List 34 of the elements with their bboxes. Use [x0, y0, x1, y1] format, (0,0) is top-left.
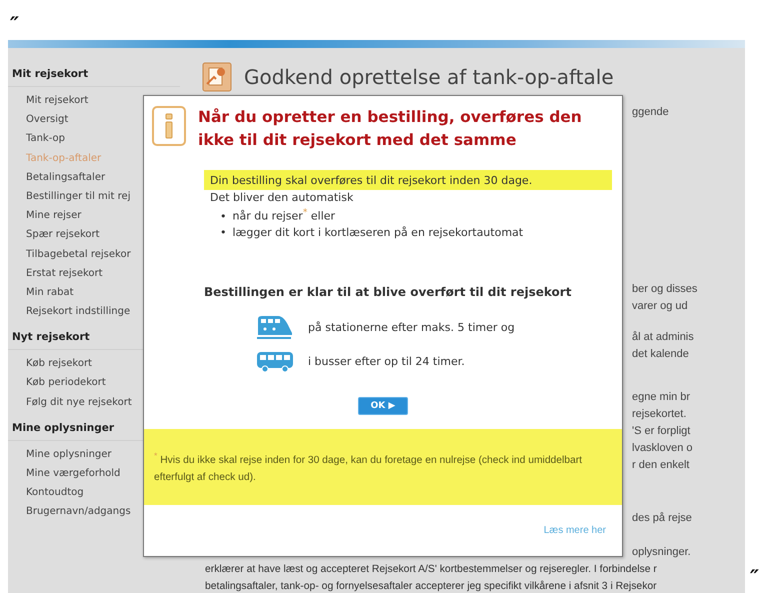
bullet-marker: • [220, 208, 226, 225]
dialog-title: Når du opretter en bestilling, overføres den ikke til dit rejsekort med det samme [198, 107, 583, 151]
body-text: betalingsaftaler, tank-op- og fornyelsesaftaler accepterer jeg specifikt vilkårene i afsnit 3 i Rejsekor [205, 580, 658, 593]
quote-mark: ″ [10, 12, 19, 36]
body-text: på stationerne efter maks. 5 timer og [308, 321, 515, 334]
body-text: erklærer at have læst og accepteret Rejsekort A/S' kortbestemmelser og rejseregler. I forbindelse r [205, 563, 658, 577]
info-icon [152, 106, 186, 146]
bullet-text: når du rejser$^{*}$ eller [232, 206, 336, 225]
page-title: Godkend oprettelse af tank-op-aftale [244, 65, 614, 89]
bullet-marker: • [220, 224, 226, 241]
train-icon [256, 314, 294, 341]
body-text: ål at adminis [632, 330, 695, 345]
document-icon [202, 62, 232, 92]
body-text: Det bliver den automatisk [209, 190, 354, 205]
body-text: lvaskloven o [632, 441, 694, 456]
body-text: i busser efter op til 24 timer. [308, 355, 465, 368]
dialog-subtitle: Bestillingen er klar til at blive overført til dit rejsekort [204, 284, 572, 299]
highlighted-text: Din bestilling skal overføres til dit rejsekort inden 30 dage. [204, 170, 612, 190]
body-text: varer og ud [632, 299, 689, 314]
body-text: ber og disses [632, 282, 698, 297]
bus-icon [256, 350, 294, 373]
sidebar-heading: Mit rejsekort [8, 62, 180, 87]
body-text: ggende [632, 105, 670, 120]
footnote-text: $^{*}$ Hvis du ikke skal rejse inden for 30 dage, kan du foretage en nulrejse (check ind umiddelbart efterfulgt af check ud). [154, 449, 584, 485]
bullet-text: lægger dit kort i kortlæseren på en rejsekortautomat [232, 224, 524, 241]
body-text: det kalende [632, 347, 690, 362]
body-text: egne min br [632, 390, 692, 405]
quote-mark: ″ [750, 565, 759, 589]
body-text: rejsekortet. [632, 407, 688, 422]
body-text: 'S er forpligt [632, 424, 692, 439]
body-text: oplysninger. [632, 545, 692, 560]
body-text: r den enkelt [632, 458, 690, 473]
ok-button[interactable]: OK ▶ [358, 396, 408, 415]
body-text: des på rejse [632, 511, 693, 526]
